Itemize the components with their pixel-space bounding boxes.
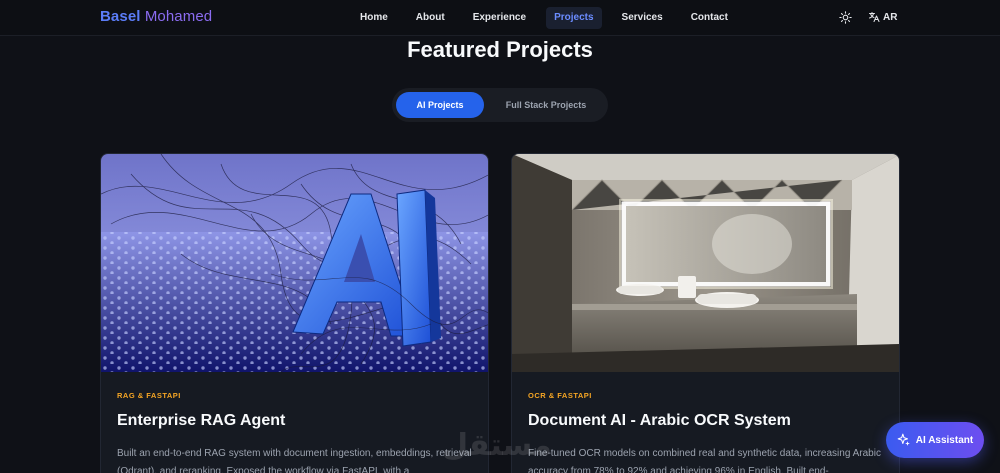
tab-full-stack-projects[interactable]: Full Stack Projects <box>488 92 604 118</box>
page-title: Featured Projects <box>407 37 593 62</box>
project-image-ai <box>101 154 488 372</box>
nav-item-experience[interactable]: Experience <box>465 7 534 29</box>
tab-ai-projects[interactable]: AI Projects <box>396 92 484 118</box>
sparkle-icon <box>897 433 910 446</box>
nav-item-home[interactable]: Home <box>352 7 396 29</box>
project-tag: RAG & FASTAPI <box>117 391 181 400</box>
brand-first-name: Basel <box>100 8 141 25</box>
translate-icon <box>869 12 880 22</box>
project-image-ocr <box>512 154 899 372</box>
brand-logo[interactable]: Basel Mohamed <box>100 8 212 26</box>
nav-item-about[interactable]: About <box>408 7 453 29</box>
nav-links: Home About Experience Projects Services … <box>352 7 736 29</box>
project-description: Fine-tuned OCR models on combined real a… <box>528 448 881 473</box>
ai-assistant-label: AI Assistant <box>915 434 974 446</box>
nav-item-projects[interactable]: Projects <box>546 7 602 29</box>
theme-toggle-button[interactable] <box>837 9 853 25</box>
project-title[interactable]: Document AI - Arabic OCR System <box>528 411 883 431</box>
ai-assistant-button[interactable]: AI Assistant <box>886 422 984 458</box>
project-description: Built an end-to-end RAG system with docu… <box>117 448 472 473</box>
project-tabs: AI Projects Full Stack Projects <box>392 88 608 122</box>
nav-item-services[interactable]: Services <box>614 7 671 29</box>
brand-last-name: Mohamed <box>144 8 213 25</box>
language-toggle-button[interactable]: AR <box>868 9 897 25</box>
project-title[interactable]: Enterprise RAG Agent <box>117 411 472 431</box>
nav-item-contact[interactable]: Contact <box>683 7 736 29</box>
project-tag: OCR & FASTAPI <box>528 391 592 400</box>
project-card[interactable]: OCR & FASTAPI Document AI - Arabic OCR S… <box>511 153 900 473</box>
navbar: Basel Mohamed Home About Experience Proj… <box>0 0 1000 36</box>
project-card[interactable]: RAG & FASTAPI Enterprise RAG Agent Built… <box>100 153 489 473</box>
sun-icon <box>838 10 852 24</box>
language-label: AR <box>883 11 898 23</box>
